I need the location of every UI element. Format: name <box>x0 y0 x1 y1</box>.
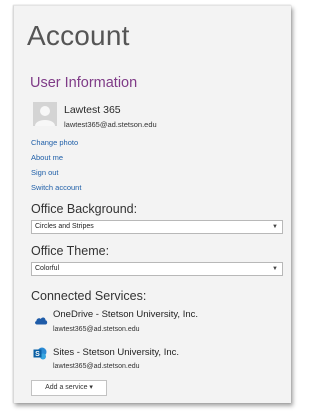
connected-services-heading: Connected Services: <box>31 289 147 303</box>
page-title: Account <box>27 20 130 51</box>
office-theme-value: Colorful <box>35 265 60 272</box>
account-panel: Account User Information Lawtest 365 law… <box>13 5 291 403</box>
default-user-icon <box>33 102 57 126</box>
office-background-select[interactable]: Circles and Stripes ▼ <box>31 220 283 234</box>
svg-text:S: S <box>35 351 40 358</box>
office-theme-select[interactable]: Colorful ▼ <box>31 262 283 276</box>
sign-out-link[interactable]: Sign out <box>31 168 59 177</box>
office-background-heading: Office Background: <box>31 202 138 216</box>
service-name: Sites - Stetson University, Inc. <box>53 347 180 358</box>
office-background-value: Circles and Stripes <box>35 223 94 230</box>
change-photo-link[interactable]: Change photo <box>31 138 78 147</box>
service-email: lawtest365@ad.stetson.edu <box>53 326 140 333</box>
office-theme-heading: Office Theme: <box>31 244 110 258</box>
user-name: Lawtest 365 <box>64 104 121 116</box>
service-name: OneDrive - Stetson University, Inc. <box>53 309 199 320</box>
add-service-button[interactable]: Add a service ▾ <box>31 380 107 396</box>
cloud-icon <box>34 312 48 330</box>
avatar <box>33 102 57 126</box>
service-email: lawtest365@ad.stetson.edu <box>53 363 140 370</box>
chevron-down-icon: ▼ <box>272 266 278 272</box>
user-information-heading: User Information <box>30 75 138 91</box>
switch-account-link[interactable]: Switch account <box>31 183 81 192</box>
user-email: lawtest365@ad.stetson.edu <box>64 120 157 129</box>
about-me-link[interactable]: About me <box>31 153 63 162</box>
sharepoint-icon: S <box>33 347 47 365</box>
chevron-down-icon: ▼ <box>272 224 278 230</box>
